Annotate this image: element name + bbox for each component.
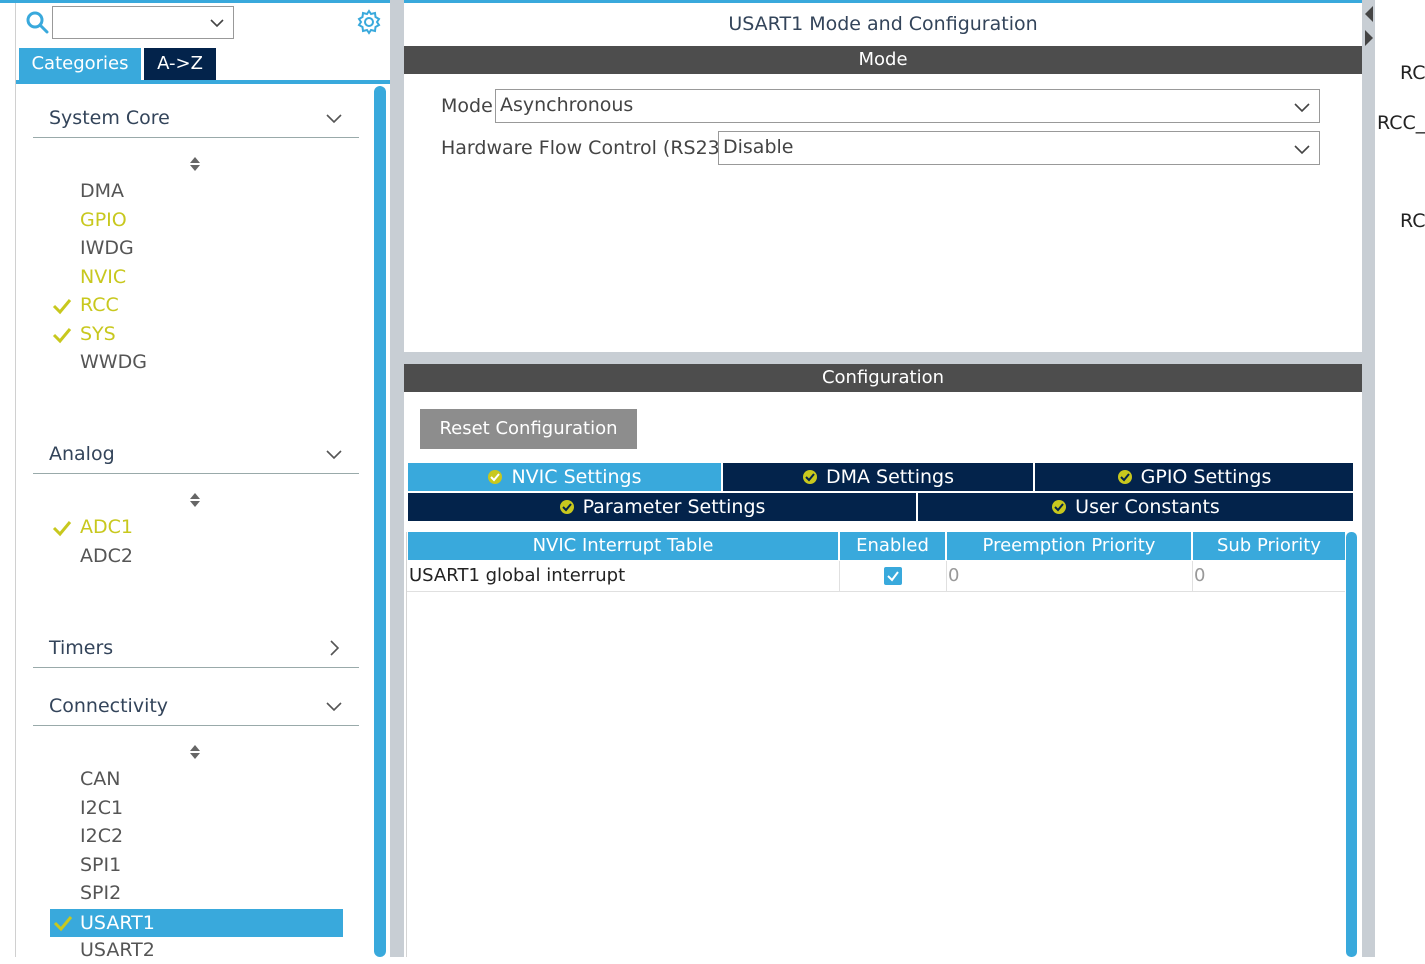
list-item-sys[interactable]: SYS bbox=[80, 320, 116, 348]
list-item-usart1-selected[interactable]: USART1 bbox=[50, 909, 343, 937]
list-item-can[interactable]: CAN bbox=[80, 765, 120, 793]
list-item-usart2[interactable]: USART2 bbox=[80, 936, 155, 964]
category-system-core[interactable]: System Core bbox=[33, 103, 359, 138]
configuration-section-header: Configuration bbox=[404, 364, 1362, 392]
reset-configuration-button[interactable]: Reset Configuration bbox=[420, 409, 637, 449]
category-connectivity[interactable]: Connectivity bbox=[33, 691, 359, 726]
column-header-interrupt[interactable]: NVIC Interrupt Table bbox=[408, 532, 838, 560]
list-item-spi2[interactable]: SPI2 bbox=[80, 879, 121, 907]
list-item-gpio[interactable]: GPIO bbox=[80, 206, 127, 234]
gear-icon[interactable] bbox=[356, 9, 382, 35]
check-icon bbox=[887, 571, 899, 582]
column-header-preemption-priority[interactable]: Preemption Priority bbox=[947, 532, 1191, 560]
cell-separator bbox=[839, 561, 840, 591]
table-border bbox=[406, 532, 407, 957]
search-icon[interactable] bbox=[25, 10, 49, 34]
pinout-view-panel bbox=[1375, 0, 1425, 957]
chevron-down-icon bbox=[1294, 145, 1310, 155]
check-circle-icon bbox=[488, 470, 503, 484]
category-label: Timers bbox=[49, 637, 114, 659]
list-item-dma[interactable]: DMA bbox=[80, 177, 124, 205]
column-header-sub-priority[interactable]: Sub Priority bbox=[1193, 532, 1345, 560]
tab-label: GPIO Settings bbox=[1140, 466, 1272, 488]
sort-updown-icon[interactable] bbox=[188, 743, 202, 761]
tab-parameter-settings[interactable]: Parameter Settings bbox=[408, 493, 916, 521]
tab-a-z[interactable]: A->Z bbox=[144, 48, 216, 80]
hardware-flow-control-select[interactable]: Disable bbox=[718, 131, 1320, 165]
section-splitter[interactable] bbox=[404, 352, 1362, 364]
tab-label: User Constants bbox=[1075, 496, 1220, 518]
tab-label: DMA Settings bbox=[826, 466, 954, 488]
category-analog[interactable]: Analog bbox=[33, 439, 359, 474]
mode-value: Asynchronous bbox=[500, 94, 634, 116]
preemption-priority-value[interactable]: 0 bbox=[948, 561, 959, 591]
mode-section-header: Mode bbox=[404, 46, 1362, 74]
mode-label: Mode bbox=[441, 95, 493, 117]
categories-panel bbox=[15, 3, 391, 957]
sub-priority-value[interactable]: 0 bbox=[1194, 561, 1205, 591]
list-item-adc1[interactable]: ADC1 bbox=[80, 513, 133, 541]
list-item-rcc[interactable]: RCC bbox=[80, 291, 119, 319]
tab-label: NVIC Settings bbox=[511, 466, 642, 488]
check-icon bbox=[52, 328, 72, 344]
tab-label: Parameter Settings bbox=[582, 496, 766, 518]
chevron-down-icon bbox=[326, 702, 342, 712]
search-input[interactable] bbox=[52, 6, 234, 39]
table-cell-interrupt-name: USART1 global interrupt bbox=[409, 565, 626, 586]
check-circle-icon bbox=[1052, 500, 1067, 514]
tab-nvic-settings[interactable]: NVIC Settings bbox=[408, 463, 721, 491]
category-label: System Core bbox=[49, 107, 170, 129]
category-label: Connectivity bbox=[49, 695, 169, 717]
list-item-nvic[interactable]: NVIC bbox=[80, 263, 126, 291]
cell-separator bbox=[1192, 561, 1193, 591]
panel-splitter[interactable] bbox=[390, 0, 404, 957]
pinout-label: RC bbox=[1400, 62, 1425, 84]
category-label: Analog bbox=[49, 443, 115, 465]
check-icon bbox=[52, 299, 72, 315]
category-timers[interactable]: Timers bbox=[33, 633, 359, 668]
check-icon bbox=[52, 521, 72, 537]
chevron-down-icon bbox=[326, 450, 342, 460]
tab-user-constants[interactable]: User Constants bbox=[918, 493, 1353, 521]
table-scrollbar[interactable] bbox=[1346, 532, 1357, 957]
collapse-arrows-icon[interactable] bbox=[1363, 4, 1374, 48]
mode-select[interactable]: Asynchronous bbox=[495, 89, 1320, 123]
hfc-value: Disable bbox=[723, 136, 794, 158]
right-panel-splitter[interactable] bbox=[1362, 0, 1375, 957]
pinout-label: RC bbox=[1400, 210, 1425, 232]
check-circle-icon bbox=[803, 470, 817, 484]
tab-categories[interactable]: Categories bbox=[19, 48, 141, 80]
table-row-divider bbox=[407, 591, 1345, 592]
categories-scrollbar[interactable] bbox=[374, 86, 386, 957]
page-title: USART1 Mode and Configuration bbox=[728, 13, 1038, 35]
check-circle-icon bbox=[1117, 470, 1132, 484]
hardware-flow-control-label: Hardware Flow Control (RS232) bbox=[441, 137, 740, 159]
list-item-iwdg[interactable]: IWDG bbox=[80, 234, 134, 262]
check-icon bbox=[53, 916, 73, 932]
chevron-down-icon bbox=[210, 19, 224, 28]
enabled-checkbox[interactable] bbox=[884, 567, 902, 585]
chevron-down-icon bbox=[326, 114, 342, 124]
chevron-down-icon bbox=[1294, 103, 1310, 113]
tab-underline bbox=[16, 80, 390, 84]
cell-separator bbox=[946, 561, 947, 591]
list-item-adc2[interactable]: ADC2 bbox=[80, 542, 133, 570]
chevron-right-icon bbox=[330, 640, 340, 656]
list-item-label: USART1 bbox=[80, 912, 155, 934]
list-item-i2c1[interactable]: I2C1 bbox=[80, 794, 123, 822]
tab-gpio-settings[interactable]: GPIO Settings bbox=[1035, 463, 1353, 491]
sort-updown-icon[interactable] bbox=[188, 491, 202, 509]
list-item-i2c2[interactable]: I2C2 bbox=[80, 822, 123, 850]
list-item-wwdg[interactable]: WWDG bbox=[80, 348, 147, 376]
list-item-spi1[interactable]: SPI1 bbox=[80, 851, 121, 879]
check-circle-icon bbox=[559, 500, 574, 514]
tab-dma-settings[interactable]: DMA Settings bbox=[723, 463, 1033, 491]
column-header-enabled[interactable]: Enabled bbox=[840, 532, 945, 560]
sort-updown-icon[interactable] bbox=[188, 155, 202, 173]
pinout-label: RCC_ bbox=[1377, 112, 1425, 134]
